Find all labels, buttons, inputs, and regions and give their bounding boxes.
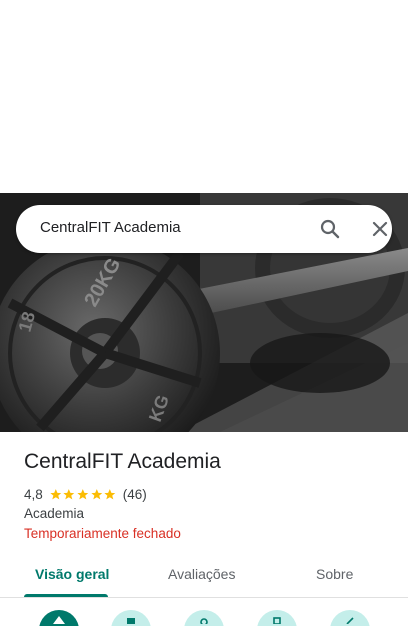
nearby-icon — [200, 618, 208, 624]
star-icon — [77, 488, 89, 499]
rating-row[interactable]: 4,8 (46) — [24, 485, 147, 503]
tab-reviews[interactable]: Avaliações — [168, 566, 235, 582]
tab-bar: Visão geral Avaliações Sobre — [0, 556, 408, 598]
place-category: Academia — [24, 506, 85, 521]
star-icon — [104, 488, 116, 499]
tab-overview[interactable]: Visão geral — [35, 566, 109, 582]
directions-icon — [53, 616, 65, 624]
search-input[interactable]: CentralFIT Academia — [40, 219, 181, 236]
phone-icon — [273, 617, 281, 624]
share-button[interactable] — [330, 610, 370, 626]
rating-value: 4,8 — [24, 486, 43, 502]
phone-button[interactable] — [257, 610, 297, 626]
action-buttons-row — [0, 598, 408, 626]
review-count[interactable]: (46) — [123, 487, 147, 502]
tab-about[interactable]: Sobre — [316, 566, 353, 582]
star-icon — [90, 488, 102, 499]
save-button[interactable] — [111, 610, 151, 626]
nearby-button[interactable] — [184, 610, 224, 626]
directions-button[interactable] — [39, 610, 79, 626]
save-icon — [127, 618, 135, 624]
rating-stars — [49, 488, 117, 501]
place-status: Temporariamente fechado — [24, 526, 181, 541]
blank-top-area — [0, 0, 408, 193]
search-bar[interactable]: CentralFIT Academia — [16, 205, 392, 253]
tab-active-indicator — [24, 594, 108, 597]
star-icon — [63, 488, 75, 499]
star-icon — [50, 488, 61, 499]
place-title: CentralFIT Academia — [24, 450, 221, 473]
close-icon[interactable] — [368, 217, 392, 241]
share-icon — [346, 617, 354, 624]
search-icon[interactable] — [318, 217, 342, 241]
